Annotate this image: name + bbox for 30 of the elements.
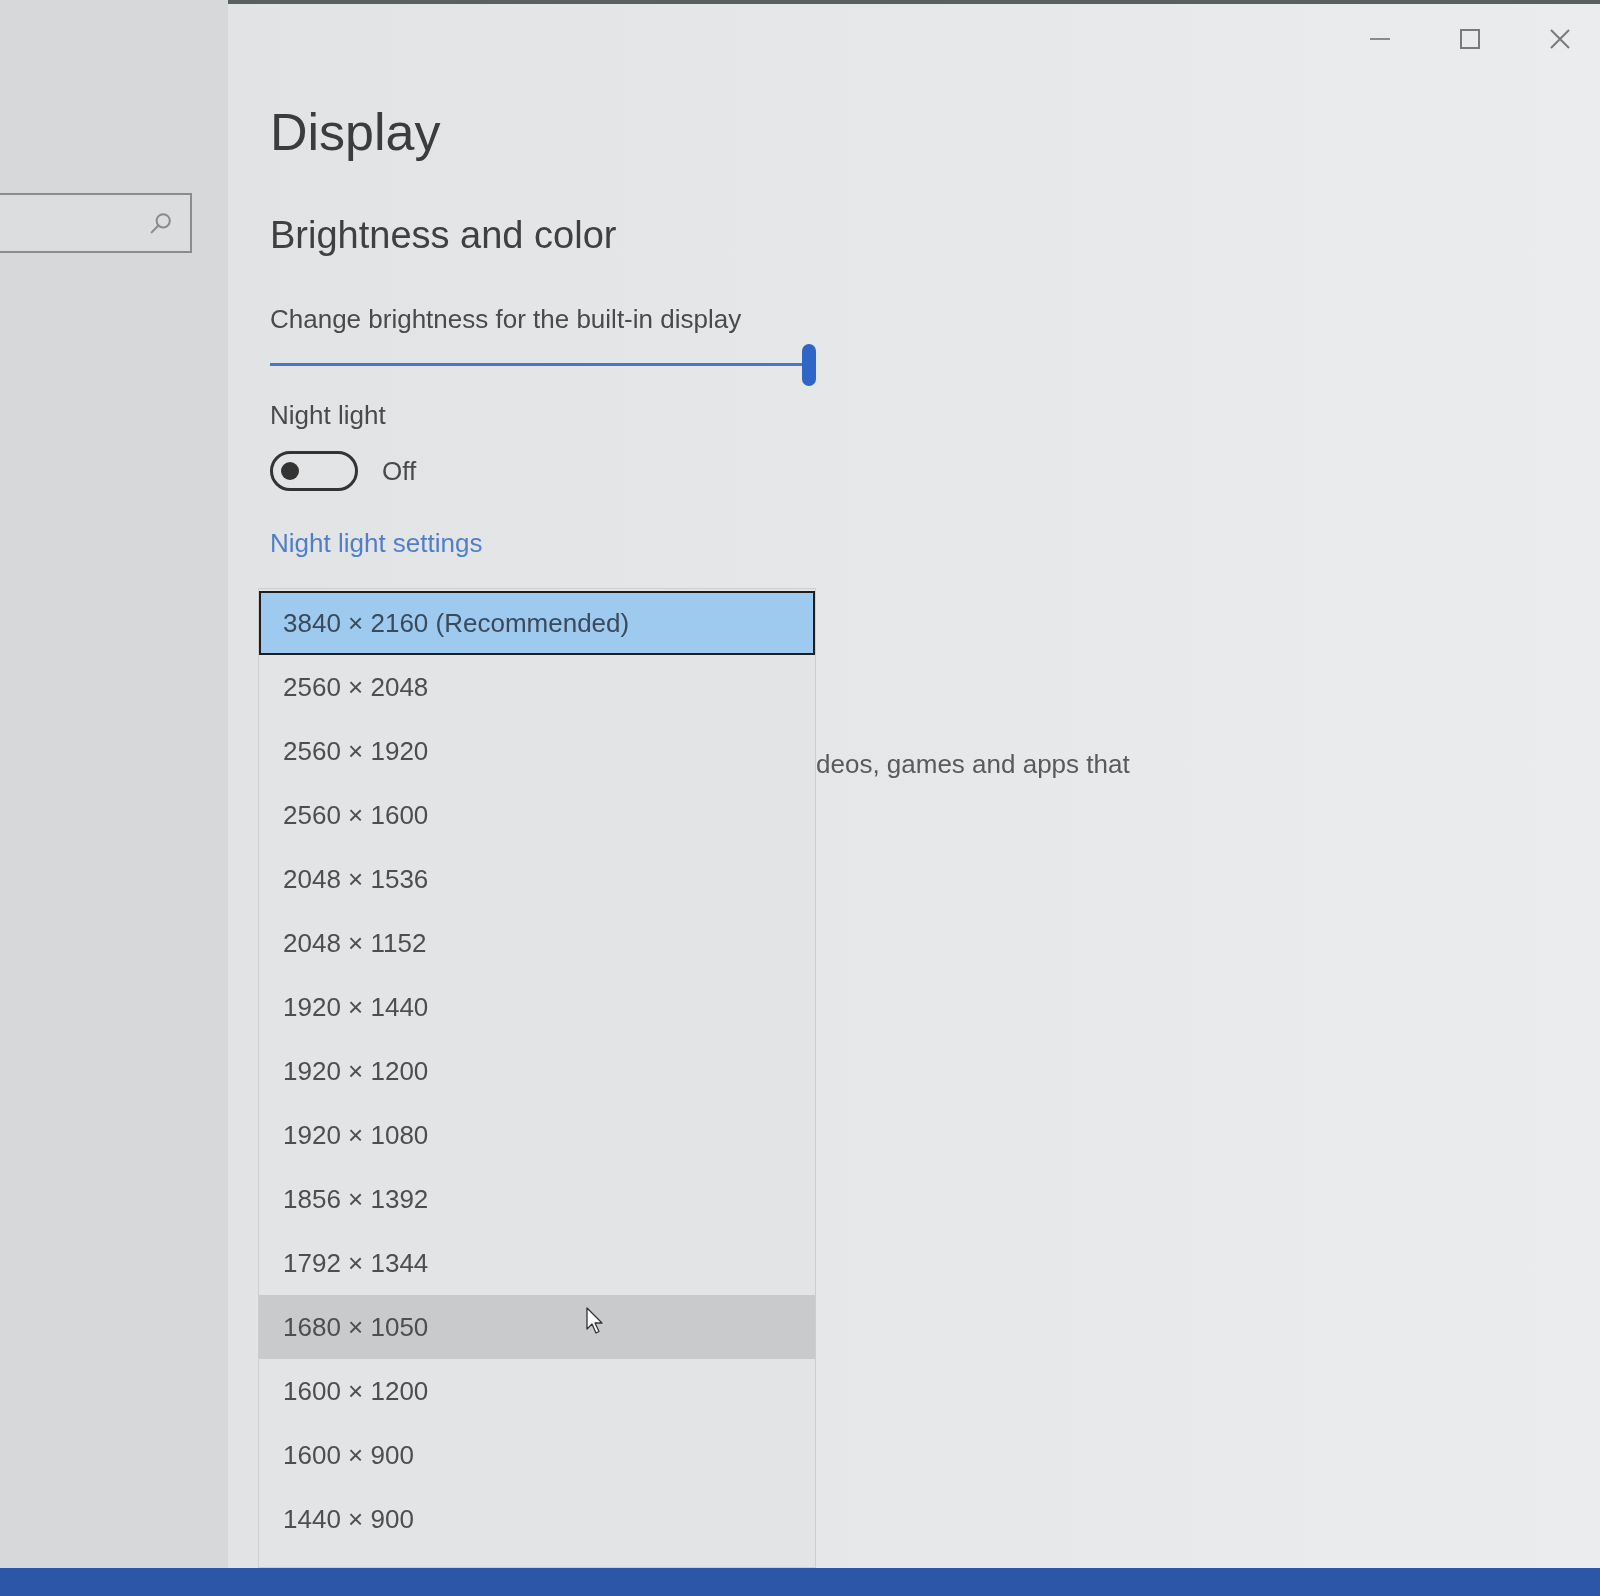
resolution-option[interactable]: 1680 × 1050 bbox=[259, 1295, 815, 1359]
mouse-pointer-icon bbox=[586, 1307, 604, 1334]
search-field[interactable] bbox=[0, 193, 192, 253]
resolution-option[interactable]: 3840 × 2160 (Recommended) bbox=[259, 591, 815, 655]
section-heading: Brightness and color bbox=[270, 213, 617, 257]
search-icon bbox=[150, 212, 172, 234]
resolution-option[interactable]: 1792 × 1344 bbox=[259, 1231, 815, 1295]
resolution-option[interactable]: 2048 × 1536 bbox=[259, 847, 815, 911]
resolution-option[interactable]: 1920 × 1440 bbox=[259, 975, 815, 1039]
maximize-icon bbox=[1460, 29, 1480, 49]
brightness-slider[interactable] bbox=[270, 344, 816, 386]
description-text: deos, games and apps that bbox=[816, 748, 1130, 780]
resolution-option[interactable]: 1600 × 900 bbox=[259, 1423, 815, 1487]
close-icon bbox=[1550, 29, 1570, 49]
resolution-option[interactable]: 2560 × 2048 bbox=[259, 655, 815, 719]
resolution-option[interactable]: 2560 × 1920 bbox=[259, 719, 815, 783]
night-light-toggle[interactable] bbox=[270, 451, 358, 491]
resolution-option[interactable]: 1440 × 900 bbox=[259, 1487, 815, 1551]
resolution-option[interactable]: 1600 × 1200 bbox=[259, 1359, 815, 1423]
resolution-option[interactable]: 1920 × 1200 bbox=[259, 1039, 815, 1103]
resolution-option[interactable]: 1856 × 1392 bbox=[259, 1167, 815, 1231]
resolution-option[interactable]: 2560 × 1600 bbox=[259, 783, 815, 847]
night-light-label: Night light bbox=[270, 399, 386, 431]
page-title: Display bbox=[270, 102, 441, 162]
slider-thumb[interactable] bbox=[802, 344, 816, 386]
resolution-option[interactable]: 1920 × 1080 bbox=[259, 1103, 815, 1167]
minimize-icon bbox=[1370, 38, 1390, 40]
resolution-option[interactable]: 2048 × 1152 bbox=[259, 911, 815, 975]
toggle-state-label: Off bbox=[382, 455, 417, 487]
slider-label: Change brightness for the built-in display bbox=[270, 303, 742, 335]
